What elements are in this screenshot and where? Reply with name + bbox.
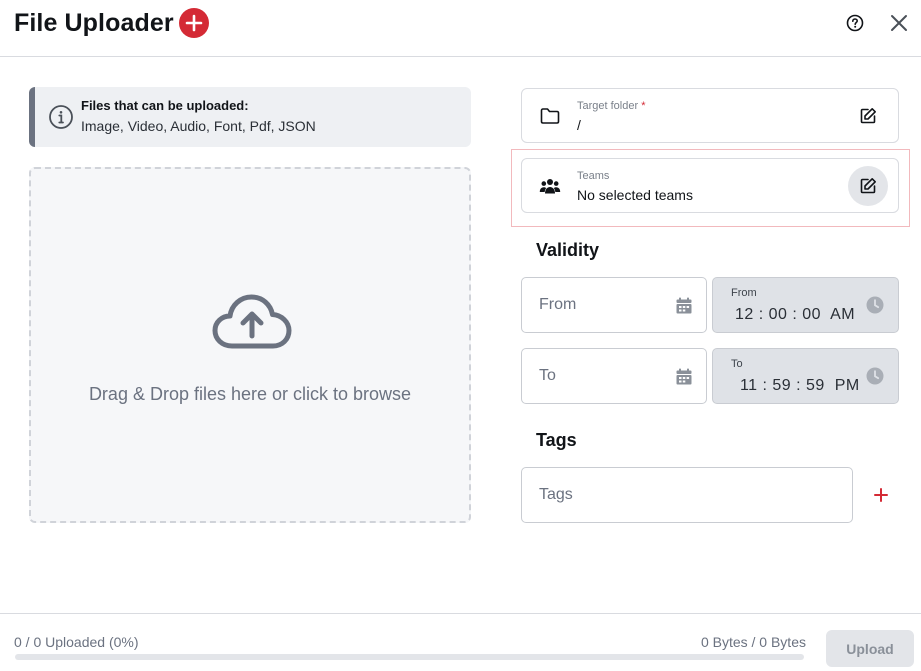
edit-target-folder-button[interactable] [848, 96, 888, 136]
folder-icon [540, 108, 560, 124]
to-date-placeholder: To [539, 367, 556, 384]
to-time-field[interactable]: To 11 : 59 : 59 PM [712, 348, 899, 404]
tags-title: Tags [536, 430, 577, 450]
required-mark: * [641, 100, 646, 112]
plus-icon [185, 14, 203, 32]
target-folder-label: Target folder * [577, 100, 646, 112]
add-button[interactable] [179, 8, 209, 38]
info-file-types: Image, Video, Audio, Font, Pdf, JSON [81, 118, 316, 134]
to-time-value[interactable]: 11 : 59 : 59 PM [735, 377, 860, 395]
target-folder-value: / [577, 117, 581, 133]
edit-icon [860, 108, 876, 124]
target-folder-label-text: Target folder [577, 100, 639, 112]
validity-title: Validity [536, 240, 600, 260]
to-date-field[interactable]: To [521, 348, 707, 404]
edit-teams-button[interactable] [848, 166, 888, 206]
close-button[interactable] [888, 12, 910, 34]
teams-label: Teams [577, 170, 610, 182]
edit-icon [860, 178, 876, 194]
footer: 0 / 0 Uploaded (0%) 0 Bytes / 0 Bytes Up… [0, 613, 921, 671]
info-title: Files that can be uploaded: [81, 98, 249, 113]
help-circle-icon [846, 14, 864, 32]
dropzone-instructions: Drag & Drop files here or click to brows… [88, 384, 412, 404]
from-time-field[interactable]: From 12 : 00 : 00 AM [712, 277, 899, 333]
target-folder-field: Target folder * / [521, 88, 899, 143]
calendar-icon[interactable] [676, 297, 692, 314]
from-time-label: From [731, 287, 757, 299]
calendar-icon[interactable] [676, 368, 692, 385]
teams-value: No selected teams [577, 187, 693, 203]
cloud-upload-icon [212, 294, 292, 349]
close-icon [891, 15, 907, 31]
to-time-label: To [731, 358, 743, 370]
from-date-field[interactable]: From [521, 277, 707, 333]
from-time-value[interactable]: 12 : 00 : 00 AM [735, 306, 855, 324]
add-tag-button[interactable] [869, 483, 893, 507]
upload-progress-text: 0 / 0 Uploaded (0%) [14, 634, 139, 650]
file-dropzone[interactable]: Drag & Drop files here or click to brows… [29, 167, 471, 523]
plus-icon [874, 488, 888, 502]
from-date-placeholder: From [539, 296, 577, 313]
users-icon [539, 179, 561, 194]
upload-progress-bar [15, 654, 804, 660]
upload-button[interactable]: Upload [826, 630, 914, 667]
clock-icon [866, 367, 884, 385]
page-title: File Uploader [14, 9, 174, 37]
upload-bytes-text: 0 Bytes / 0 Bytes [700, 634, 806, 650]
clock-icon [866, 296, 884, 314]
info-icon [49, 105, 73, 129]
allowed-file-types-info: Files that can be uploaded: Image, Video… [29, 87, 471, 147]
teams-field: Teams No selected teams [521, 158, 899, 213]
tags-input[interactable] [521, 467, 853, 523]
help-button[interactable] [845, 13, 865, 33]
header: File Uploader [0, 0, 921, 57]
